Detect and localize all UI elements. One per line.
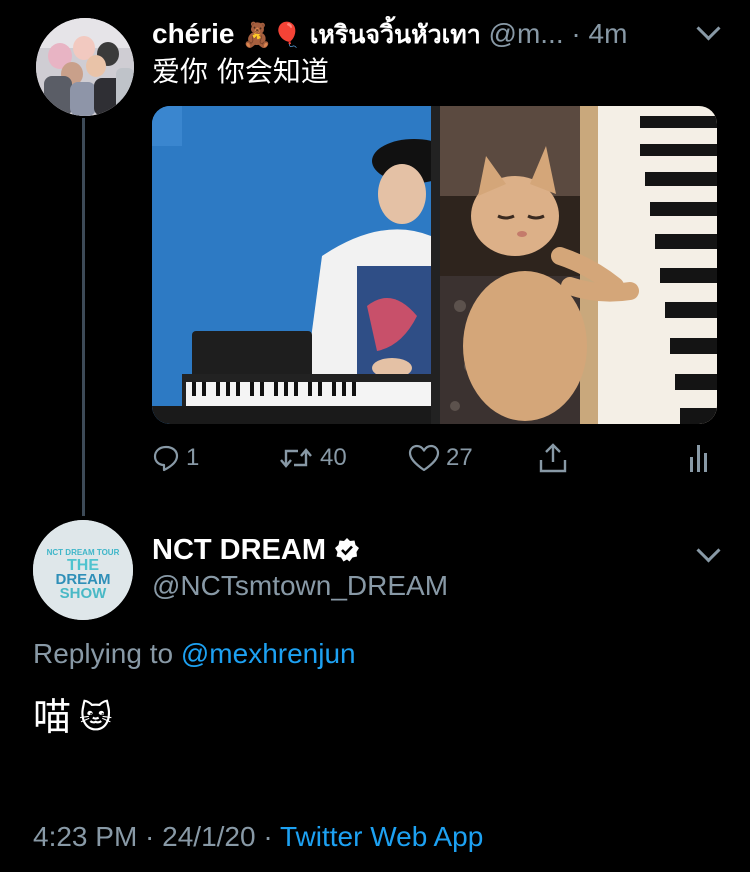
reply-display-name[interactable]: chérie [152,18,235,49]
reply-count: 1 [186,444,200,471]
like-button[interactable]: 27 [408,438,473,478]
user-avatar[interactable] [36,18,134,116]
media-image-pianist[interactable] [152,106,456,424]
replying-to-link[interactable]: @mexhrenjun [181,638,356,669]
reply-tweet-actions: 1 40 27 [152,438,722,478]
analytics-icon [690,445,707,472]
chevron-down-icon[interactable] [696,538,721,563]
main-tweet-text: 喵 🐱 [33,694,112,740]
avatar-text-line4: SHOW [60,585,108,602]
like-icon [408,444,440,472]
verified-badge-icon [335,538,359,562]
avatar-logo: NCT DREAM TOUR THE DREAM SHOW [33,520,133,620]
share-button[interactable] [537,438,569,478]
replying-to-line: Replying to @mexhrenjun [33,636,356,672]
like-count: 27 [446,444,473,471]
reply-media[interactable] [152,106,717,424]
cat-face-emoji: 🐱 [79,698,113,736]
reply-tweet-text: 爱你 你会知道 [152,55,329,88]
separator-dot: · [571,18,581,49]
share-icon [539,443,567,473]
tweet-source-link[interactable]: Twitter Web App [280,821,483,852]
reply-thai-name: เหรินจวิ้นหัวเทา [309,20,481,49]
avatar-text-line1: NCT DREAM TOUR [47,548,120,557]
main-display-name[interactable]: NCT DREAM [152,532,326,568]
reply-button[interactable]: 1 [152,438,199,478]
tweet-timestamp: 4:23 PM · 24/1/20 · [33,821,273,852]
replying-prefix: Replying to [33,638,174,669]
retweet-count: 40 [320,444,347,471]
thread-line [82,118,85,516]
nct-dream-avatar[interactable]: NCT DREAM TOUR THE DREAM SHOW [33,520,133,620]
reply-icon [153,445,179,472]
media-image-kitten-piano[interactable] [440,106,717,424]
main-display-name-row: NCT DREAM [152,532,360,568]
avatar-photo [36,18,134,116]
reply-handle[interactable]: @m... [489,18,564,49]
analytics-button[interactable] [688,438,710,478]
main-tweet-word: 喵 [33,695,72,739]
retweet-button[interactable]: 40 [278,438,347,478]
main-handle[interactable]: @NCTsmtown_DREAM [152,568,448,604]
reply-time[interactable]: 4m [589,18,628,49]
name-emojis: 🧸🎈 [242,21,303,49]
reply-tweet-header: chérie 🧸🎈 เหรินจวิ้นหัวเทา @m... · 4m [152,14,732,54]
tweet-meta: 4:23 PM · 24/1/20 · Twitter Web App [33,818,483,856]
retweet-icon [280,448,312,468]
